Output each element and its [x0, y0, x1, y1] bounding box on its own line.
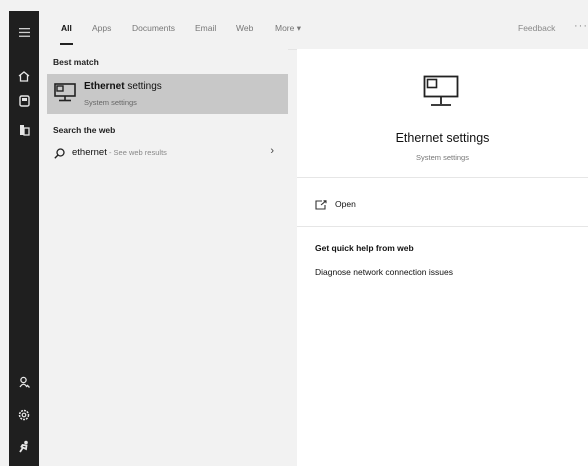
tab-apps[interactable]: Apps — [92, 23, 111, 33]
open-action[interactable]: Open — [297, 178, 588, 227]
user-icon[interactable] — [9, 369, 39, 395]
chevron-right-icon: › — [270, 145, 274, 157]
feedback-button[interactable]: Feedback — [518, 23, 555, 33]
filter-bar: All Apps Documents Email Web More ▾ Feed… — [39, 11, 588, 50]
web-result-text: ethernet - See web results — [72, 147, 167, 158]
help-header: Get quick help from web — [315, 243, 414, 253]
document-icon[interactable] — [9, 88, 39, 114]
tab-documents[interactable]: Documents — [132, 23, 175, 33]
best-match-subtitle: System settings — [84, 98, 137, 107]
results-pane: Best match Ethernet settings System sett… — [39, 49, 288, 466]
preview-subtitle: System settings — [416, 153, 469, 162]
tab-web[interactable]: Web — [236, 23, 253, 33]
search-web-header: Search the web — [53, 125, 116, 135]
preview-header: Ethernet settings System settings — [297, 49, 588, 178]
run-icon[interactable] — [9, 433, 39, 459]
tab-more[interactable]: More ▾ — [275, 23, 301, 34]
settings-icon[interactable] — [9, 402, 39, 428]
best-match-title: Ethernet settings — [84, 81, 162, 92]
home-icon[interactable] — [9, 63, 39, 89]
start-rail — [9, 11, 39, 466]
open-icon — [315, 197, 327, 215]
tab-all[interactable]: All — [60, 23, 73, 45]
web-result-item[interactable]: ethernet - See web results › — [47, 141, 288, 163]
more-options-button[interactable]: ··· — [574, 20, 588, 32]
ethernet-icon — [423, 75, 459, 112]
tab-email[interactable]: Email — [195, 23, 216, 33]
menu-icon[interactable] — [9, 19, 39, 45]
best-match-header: Best match — [53, 57, 99, 67]
search-icon — [54, 146, 65, 164]
preview-title: Ethernet settings — [395, 131, 490, 145]
ethernet-icon — [54, 83, 76, 107]
best-match-item[interactable]: Ethernet settings System settings — [47, 74, 288, 114]
help-link-diagnose[interactable]: Diagnose network connection issues — [315, 267, 453, 277]
app-icon[interactable] — [9, 117, 39, 143]
open-label: Open — [335, 199, 356, 209]
search-window: All Apps Documents Email Web More ▾ Feed… — [0, 0, 588, 466]
preview-pane: Ethernet settings System settings Open G… — [297, 49, 588, 466]
